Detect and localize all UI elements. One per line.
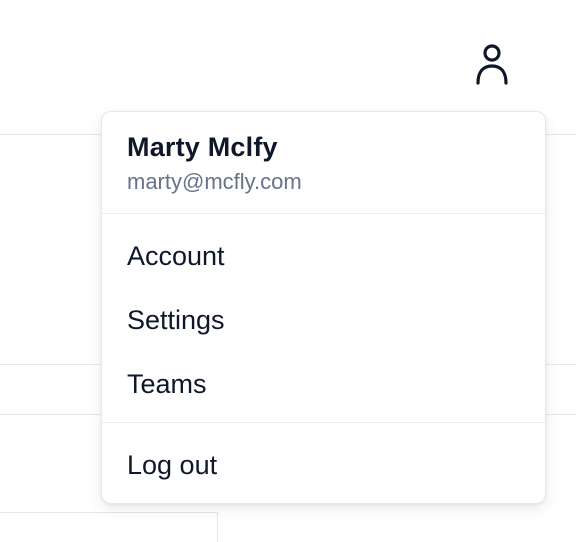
menu-item-teams[interactable]: Teams <box>102 352 545 416</box>
menu-item-logout[interactable]: Log out <box>102 433 545 497</box>
user-menu-button[interactable] <box>468 36 516 92</box>
user-name: Marty Mclfy <box>127 132 278 162</box>
user-icon <box>476 44 508 85</box>
user-dropdown-menu: Marty Mclfy marty@mcfly.com Account Sett… <box>101 111 546 504</box>
content-column-divider <box>217 512 218 542</box>
app-page: Marty Mclfy marty@mcfly.com Account Sett… <box>0 0 576 542</box>
menu-group-logout: Log out <box>102 423 545 505</box>
dropdown-user-info: Marty Mclfy marty@mcfly.com <box>102 112 545 214</box>
menu-group-main: Account Settings Teams <box>102 214 545 423</box>
menu-item-settings[interactable]: Settings <box>102 288 545 352</box>
menu-item-account[interactable]: Account <box>102 224 545 288</box>
content-divider <box>0 512 218 513</box>
user-email: marty@mcfly.com <box>127 169 302 194</box>
